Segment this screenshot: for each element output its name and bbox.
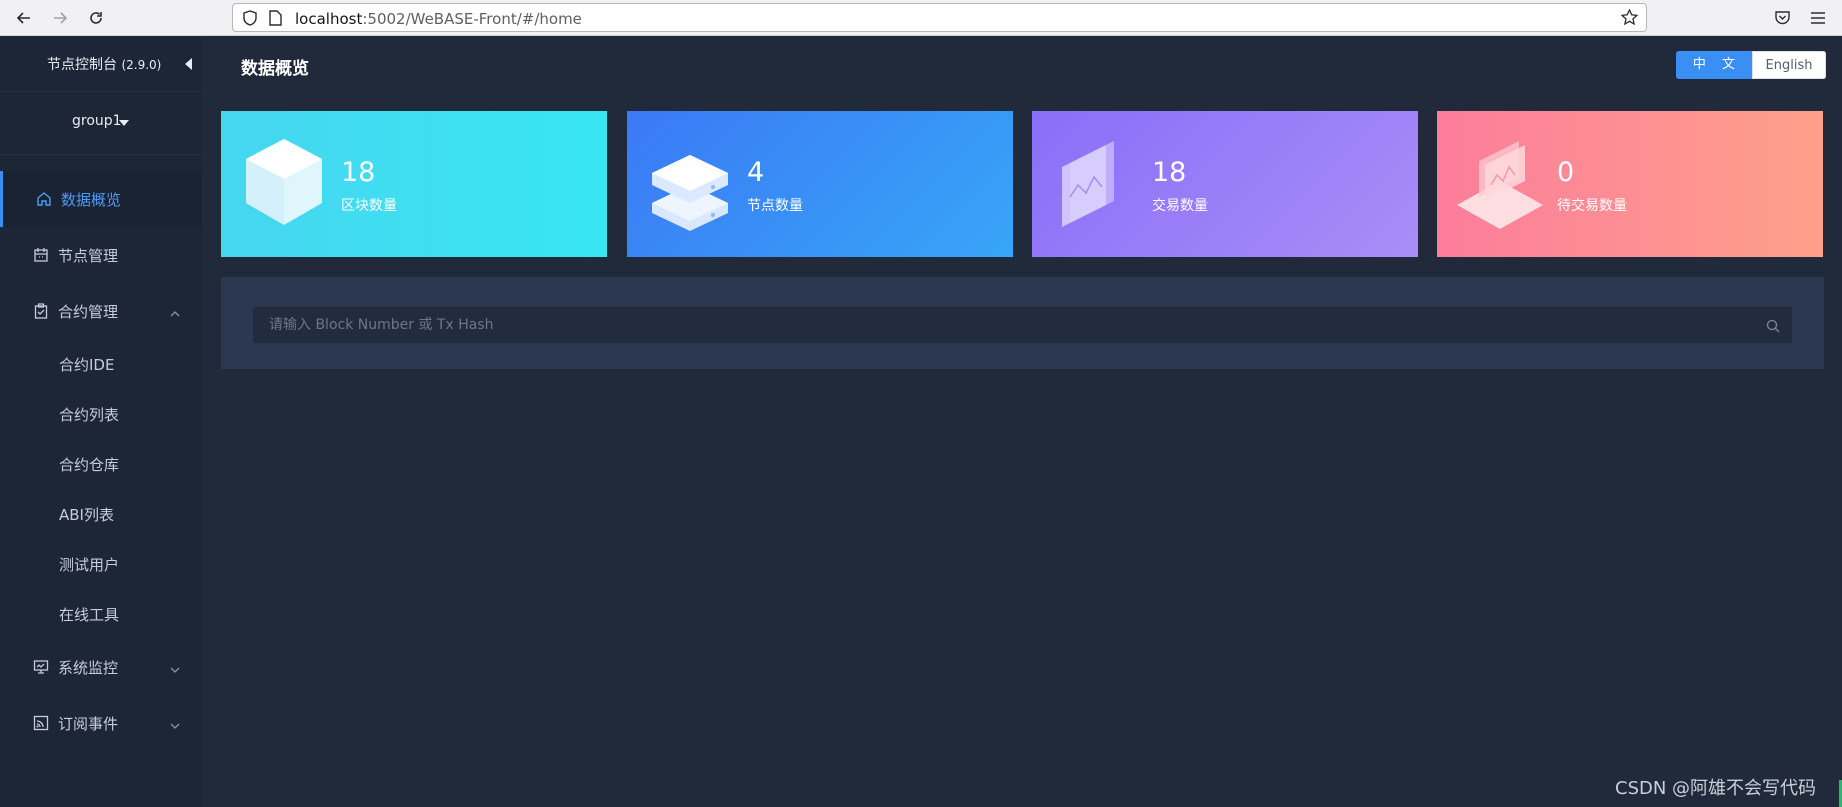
submenu-label: 合约仓库 xyxy=(59,456,120,474)
sidebar-header: 节点控制台 (2.9.0) xyxy=(0,37,202,92)
menu-label: 节点管理 xyxy=(58,247,119,265)
menu-item-contracts[interactable]: 合约管理 xyxy=(0,283,202,339)
transaction-count-label: 交易数量 xyxy=(1152,198,1208,214)
rss-icon xyxy=(33,715,49,731)
language-switch[interactable]: 中 文 English xyxy=(1676,51,1826,79)
menu-label: 数据概览 xyxy=(61,191,122,209)
menu-item-system-monitor[interactable]: 系统监控 xyxy=(0,639,202,695)
page-icon xyxy=(269,10,282,30)
block-count: 18 xyxy=(341,157,376,188)
chevron-down-icon xyxy=(169,661,181,673)
forward-icon[interactable] xyxy=(48,6,72,30)
calendar-icon xyxy=(33,247,49,263)
collapse-icon[interactable] xyxy=(185,58,192,70)
menu-item-subscribe-events[interactable]: 订阅事件 xyxy=(0,695,202,751)
cube-icon xyxy=(239,135,329,231)
chart-panel-icon xyxy=(1050,135,1140,231)
submenu-item-online-tools[interactable]: 在线工具 xyxy=(0,589,202,639)
transaction-count: 18 xyxy=(1152,157,1187,188)
main-content: 数据概览 中 文 English 18 区块数量 4 节点数量 18 交易数量 … xyxy=(202,37,1842,807)
stat-card-blocks: 18 区块数量 xyxy=(221,111,607,257)
sidebar: 节点控制台 (2.9.0) group1 数据概览 节点管理 合约管理 合约ID… xyxy=(0,37,202,807)
url-bar[interactable]: localhost:5002/WeBASE-Front/#/home xyxy=(232,3,1647,32)
pocket-icon[interactable] xyxy=(1774,9,1791,30)
clipboard-icon xyxy=(33,303,49,319)
group-selector[interactable]: group1 xyxy=(0,93,202,155)
monitor-icon xyxy=(33,659,49,675)
group-label[interactable]: group1 xyxy=(72,113,122,129)
submenu-item-contract-ide[interactable]: 合约IDE xyxy=(0,339,202,389)
bookmark-star-icon[interactable] xyxy=(1620,8,1639,30)
home-icon xyxy=(36,191,52,207)
stat-card-pending-transactions: 0 待交易数量 xyxy=(1437,111,1823,257)
menu-label: 订阅事件 xyxy=(58,715,119,733)
stat-card-transactions: 18 交易数量 xyxy=(1032,111,1418,257)
lang-en-button[interactable]: English xyxy=(1752,51,1826,79)
submenu-item-test-users[interactable]: 测试用户 xyxy=(0,539,202,589)
menu-item-overview[interactable]: 数据概览 xyxy=(0,171,202,227)
block-count-label: 区块数量 xyxy=(341,198,397,214)
submenu-label: 合约列表 xyxy=(59,406,120,424)
reload-icon[interactable] xyxy=(84,6,108,30)
pending-transaction-count: 0 xyxy=(1557,157,1575,188)
server-icon xyxy=(645,135,735,231)
menu-label: 系统监控 xyxy=(58,659,119,677)
submenu-label: 在线工具 xyxy=(59,606,120,624)
search-icon[interactable] xyxy=(1766,318,1780,333)
browser-toolbar: localhost:5002/WeBASE-Front/#/home xyxy=(0,0,1842,36)
submenu-label: 测试用户 xyxy=(59,556,120,574)
lang-zh-button[interactable]: 中 文 xyxy=(1676,51,1752,79)
submenu-item-contract-list[interactable]: 合约列表 xyxy=(0,389,202,439)
node-count: 4 xyxy=(747,157,765,188)
submenu-label: 合约IDE xyxy=(59,356,115,374)
stat-card-nodes: 4 节点数量 xyxy=(627,111,1013,257)
laptop-icon xyxy=(1455,135,1545,231)
pending-transaction-count-label: 待交易数量 xyxy=(1557,198,1627,214)
back-icon[interactable] xyxy=(12,6,36,30)
chevron-down-icon xyxy=(169,717,181,729)
url-text[interactable]: localhost:5002/WeBASE-Front/#/home xyxy=(295,10,582,28)
search-panel xyxy=(221,277,1824,369)
submenu-item-contract-warehouse[interactable]: 合约仓库 xyxy=(0,439,202,489)
watermark: CSDN @阿雄不会写代码 xyxy=(1615,778,1817,799)
submenu-item-abi-list[interactable]: ABI列表 xyxy=(0,489,202,539)
menu-item-nodes[interactable]: 节点管理 xyxy=(0,227,202,283)
caret-down-icon[interactable] xyxy=(119,120,129,126)
submenu-label: ABI列表 xyxy=(59,506,114,524)
node-count-label: 节点数量 xyxy=(747,198,803,214)
app-title: 节点控制台 (2.9.0) xyxy=(47,57,162,73)
shield-icon[interactable] xyxy=(243,10,257,30)
menu-label: 合约管理 xyxy=(58,303,119,321)
search-input[interactable] xyxy=(253,307,1792,343)
menu-icon[interactable] xyxy=(1810,10,1826,29)
chevron-up-icon xyxy=(169,305,181,317)
page-title: 数据概览 xyxy=(241,59,309,79)
